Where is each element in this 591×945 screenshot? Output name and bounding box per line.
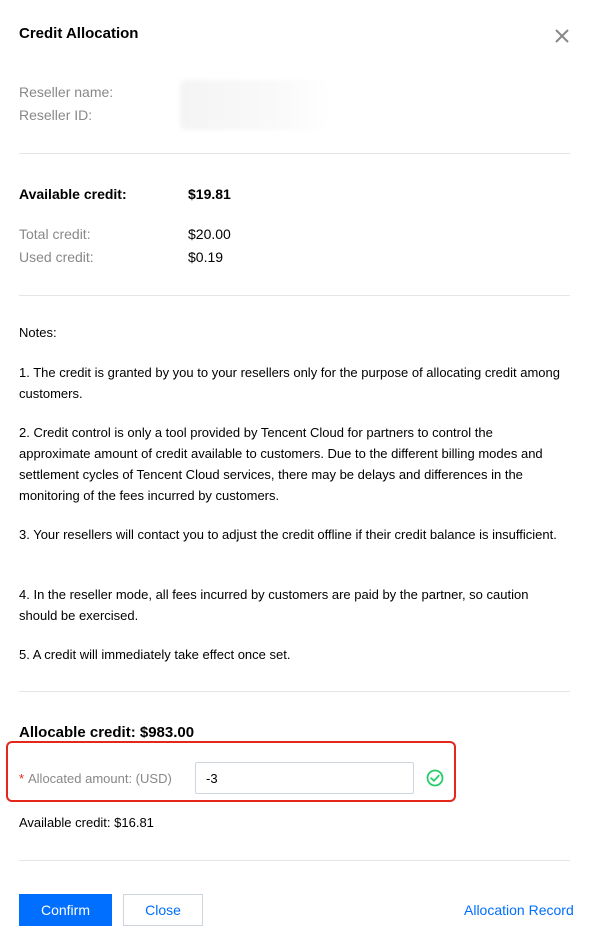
required-mark: *: [19, 771, 25, 786]
dialog-title: Credit Allocation: [19, 25, 139, 42]
close-button[interactable]: Close: [123, 894, 203, 926]
allocation-record-link[interactable]: Allocation Record: [464, 902, 574, 918]
available-credit-label: Available credit:: [19, 186, 127, 202]
note-item: 3. Your resellers will contact you to ad…: [19, 527, 557, 542]
divider: [19, 153, 570, 154]
total-credit-value: $20.00: [188, 226, 231, 242]
note-item: 1. The credit is granted by you to your …: [19, 365, 560, 401]
used-credit-label: Used credit:: [19, 249, 94, 265]
available-credit-after: Available credit: $16.81: [19, 815, 154, 830]
allocable-credit: Allocable credit: $983.00: [19, 724, 195, 741]
reseller-id-label: Reseller ID:: [19, 107, 93, 123]
redacted-reseller-info: [180, 80, 330, 130]
note-item: 4. In the reseller mode, all fees incurr…: [19, 587, 529, 623]
total-credit-label: Total credit:: [19, 226, 91, 242]
reseller-name-label: Reseller name:: [19, 84, 114, 100]
notes-heading: Notes:: [19, 325, 57, 340]
divider: [19, 691, 570, 692]
note-item: 2. Credit control is only a tool provide…: [19, 425, 543, 503]
divider: [19, 860, 570, 861]
close-icon[interactable]: [552, 26, 572, 46]
divider: [19, 295, 570, 296]
allocated-amount-label: Allocated amount: (USD): [28, 771, 172, 786]
note-item: 5. A credit will immediately take effect…: [19, 647, 291, 662]
check-circle-icon: [426, 769, 444, 787]
allocated-amount-input[interactable]: [195, 762, 414, 794]
available-credit-value: $19.81: [188, 186, 231, 202]
confirm-button[interactable]: Confirm: [19, 894, 112, 926]
used-credit-value: $0.19: [188, 249, 224, 265]
